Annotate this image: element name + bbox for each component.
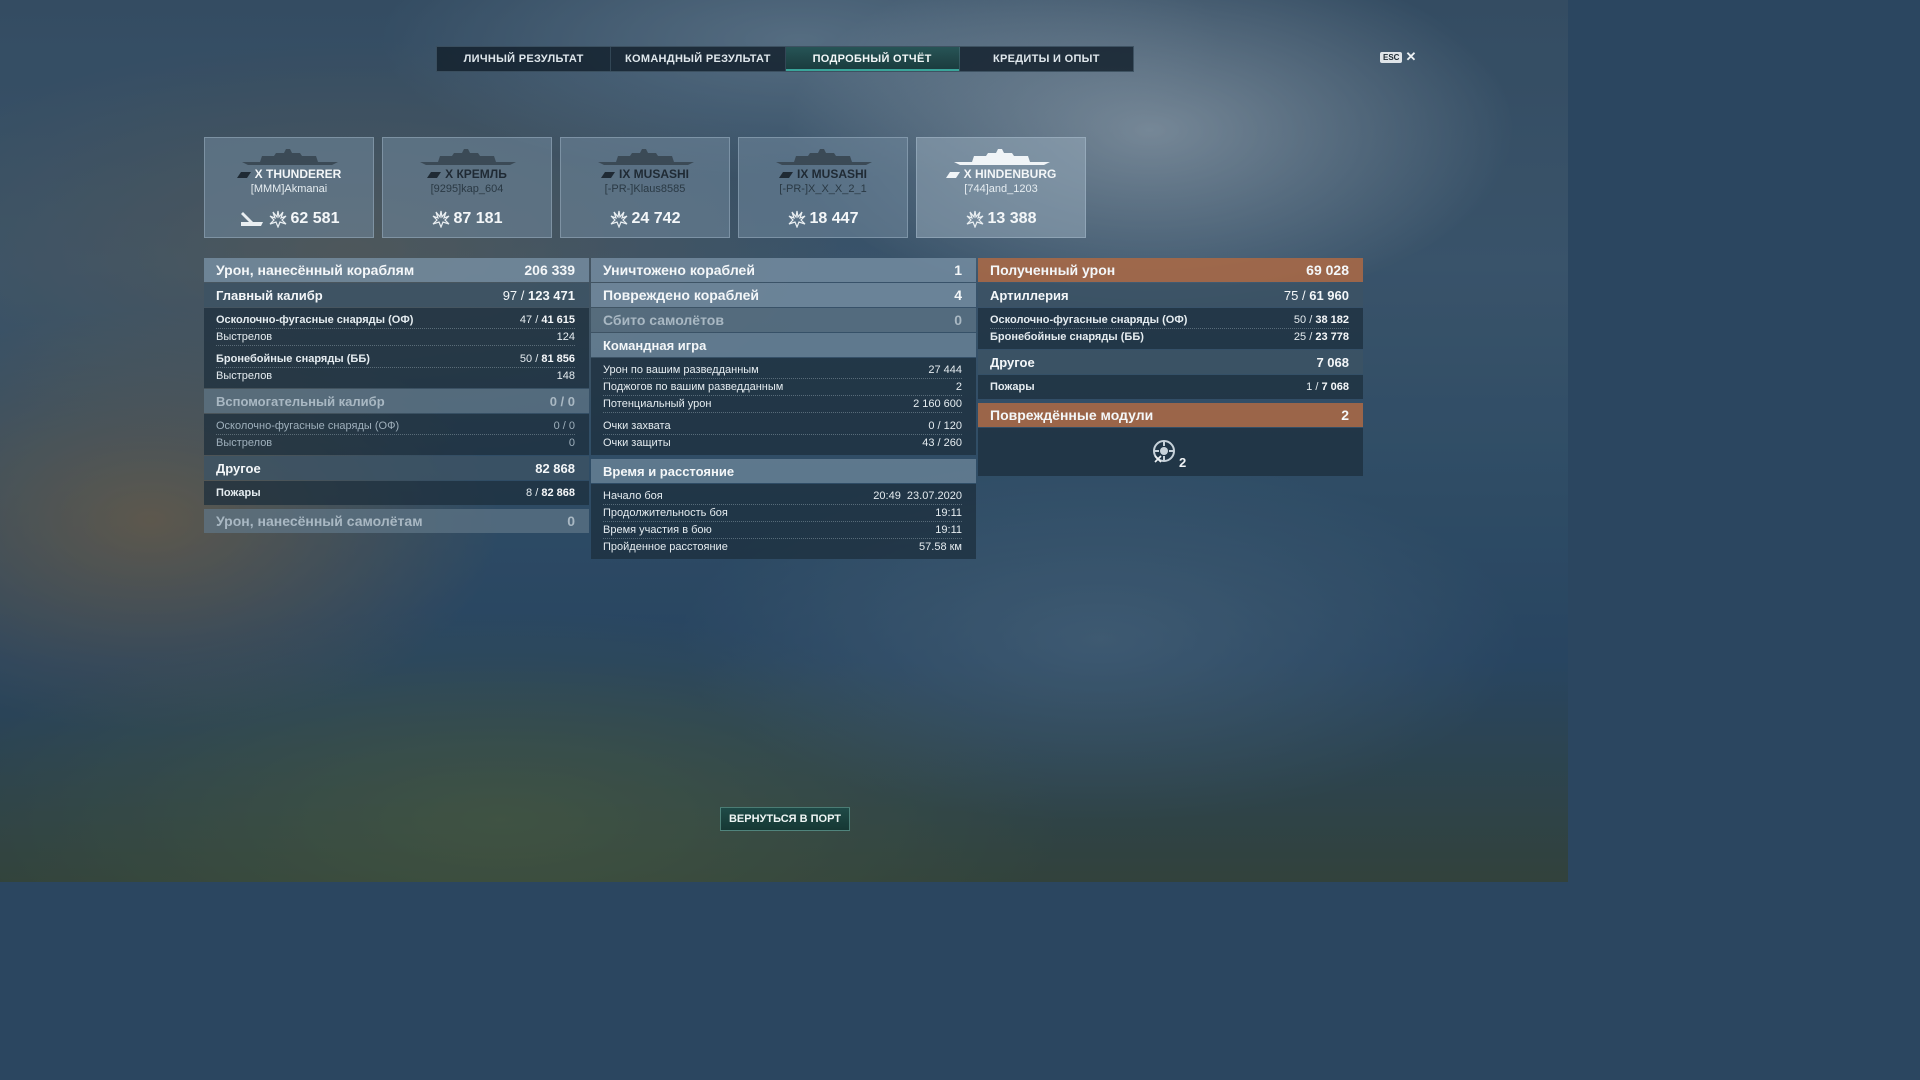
damage-value: 62 581 (290, 210, 340, 227)
secondary-details: Осколочно-фугасные снаряды (ОФ) 0 / 0 Выс… (204, 414, 589, 455)
damage-burst-icon (610, 210, 627, 228)
close-icon: ✕ (1405, 49, 1417, 64)
team-play-details: Урон по вашим разведданным 27 444 Поджого… (591, 358, 976, 455)
ap-row: Бронебойные снаряды (ББ) 50 / 81 856 (216, 351, 575, 368)
battle-start-row: Начало боя 20:49 23.07.2020 (603, 488, 962, 505)
received-other-header: Другое 7 068 (978, 350, 1363, 374)
damaged-modules-list: 2 (978, 428, 1363, 476)
ship-class-icon (778, 172, 793, 178)
damage-value: 13 388 (987, 210, 1037, 227)
received-he-row: Осколочно-фугасные снаряды (ОФ) 50 / 38 … (990, 312, 1349, 329)
ship-name: X КРЕМЛЬ (383, 167, 551, 181)
damage-received-panel: Полученный урон 69 028 Артиллерия 75 / 61… (978, 258, 1363, 476)
ship-name: X THUNDERER (205, 167, 373, 181)
ship-class-icon (600, 172, 615, 178)
ship-silhouette-icon (420, 149, 516, 165)
ship-class-icon (945, 172, 960, 178)
damage-burst-icon (966, 210, 983, 228)
secondary-shots-row: Выстрелов 0 (216, 437, 575, 449)
ship-card[interactable]: IX MUSASHI [-PR-]X_X_X_2_1 18 447 (738, 137, 908, 238)
plane-damage-header: Урон, нанесённый самолётам 0 (204, 509, 589, 533)
return-to-port-button[interactable]: ВЕРНУТЬСЯ В ПОРТ (720, 807, 850, 831)
potential-damage-row: Потенциальный урон 2 160 600 (603, 396, 962, 413)
ship-class-icon (427, 172, 442, 178)
damaged-header: Повреждено кораблей 4 (591, 283, 976, 307)
module-damage-icon[interactable] (1151, 438, 1177, 464)
tab-team-result[interactable]: КОМАНДНЫЙ РЕЗУЛЬТАТ (611, 47, 786, 71)
planes-shot-header: Сбито самолётов 0 (591, 308, 976, 332)
spotting-fires-row: Поджогов по вашим разведданным 2 (603, 379, 962, 396)
damage-dealt-panel: Урон, нанесённый кораблям 206 339 Главный… (204, 258, 589, 534)
participation-time-row: Время участия в бою 19:11 (603, 522, 962, 539)
ship-silhouette-icon (776, 149, 872, 165)
ship-silhouette-icon (598, 149, 694, 165)
combat-summary-panel: Уничтожено кораблей 1 Повреждено кораблей… (591, 258, 976, 560)
he-shots-row: Выстрелов 124 (216, 329, 575, 346)
tab-detailed-report[interactable]: ПОДРОБНЫЙ ОТЧЁТ (785, 47, 960, 71)
ship-card[interactable]: X HINDENBURG [744]and_1203 13 388 (916, 137, 1086, 238)
received-ap-row: Бронебойные снаряды (ББ) 25 / 23 778 (990, 331, 1349, 343)
tab-bar: ЛИЧНЫЙ РЕЗУЛЬТАТ КОМАНДНЫЙ РЕЗУЛЬТАТ ПОД… (436, 46, 1134, 72)
ship-damage-header: Урон, нанесённый кораблям 206 339 (204, 258, 589, 282)
damage-burst-icon (432, 210, 449, 228)
ship-name: X HINDENBURG (917, 167, 1085, 181)
spotting-damage-row: Урон по вашим разведданным 27 444 (603, 362, 962, 379)
tab-credits-xp[interactable]: КРЕДИТЫ И ОПЫТ (960, 47, 1133, 71)
player-name: [MMM]Akmanai (250, 183, 328, 195)
player-name: [-PR-]X_X_X_2_1 (779, 183, 867, 195)
esc-key-label: ESC (1380, 51, 1403, 63)
received-damage-header: Полученный урон 69 028 (978, 258, 1363, 282)
destroyed-header: Уничтожено кораблей 1 (591, 258, 976, 282)
he-row: Осколочно-фугасные снаряды (ОФ) 47 / 41 … (216, 312, 575, 329)
ship-name: IX MUSASHI (561, 167, 729, 181)
player-name: [744]and_1203 (964, 183, 1038, 195)
damage-value: 18 447 (809, 210, 859, 227)
main-battery-details: Осколочно-фугасные снаряды (ОФ) 47 / 41 … (204, 308, 589, 388)
close-button[interactable]: ESC ✕ (1380, 49, 1416, 65)
ship-silhouette-icon (242, 149, 338, 165)
damaged-modules-header: Повреждённые модули 2 (978, 403, 1363, 427)
defense-points-row: Очки защиты 43 / 260 (603, 437, 962, 449)
player-name: [9295]kap_604 (430, 183, 504, 195)
ribbon-icon (240, 212, 263, 226)
damage-value: 24 742 (631, 210, 681, 227)
received-fires-row: Пожары 1 / 7 068 (990, 381, 1349, 393)
artillery-header: Артиллерия 75 / 61 960 (978, 283, 1363, 307)
ap-shots-row: Выстрелов 148 (216, 370, 575, 382)
damage-value: 87 181 (453, 210, 503, 227)
ship-class-icon (236, 172, 251, 178)
tab-personal-result[interactable]: ЛИЧНЫЙ РЕЗУЛЬТАТ (437, 47, 612, 71)
player-name: [-PR-]Klaus8585 (604, 183, 686, 195)
ship-card[interactable]: X КРЕМЛЬ [9295]kap_604 87 181 (382, 137, 552, 238)
time-distance-details: Начало боя 20:49 23.07.2020 Продолжительн… (591, 484, 976, 559)
other-damage-header: Другое 82 868 (204, 456, 589, 480)
damage-burst-icon (788, 210, 805, 228)
ship-name: IX MUSASHI (739, 167, 907, 181)
artillery-details: Осколочно-фугасные снаряды (ОФ) 50 / 38 … (978, 308, 1363, 349)
capture-points-row: Очки захвата 0 / 120 (603, 418, 962, 435)
other-damage-details: Пожары 8 / 82 868 (204, 481, 589, 505)
module-count: 2 (1179, 455, 1187, 470)
time-distance-header: Время и расстояние (591, 459, 976, 483)
main-battery-header: Главный калибр 97 / 123 471 (204, 283, 589, 307)
fires-row: Пожары 8 / 82 868 (216, 487, 575, 499)
ship-card[interactable]: X THUNDERER [MMM]Akmanai 62 581 (204, 137, 374, 238)
received-other-details: Пожары 1 / 7 068 (978, 375, 1363, 399)
secondary-he-row: Осколочно-фугасные снаряды (ОФ) 0 / 0 (216, 418, 575, 435)
distance-row: Пройденное расстояние 57.58 км (603, 541, 962, 553)
team-play-header: Командная игра (591, 333, 976, 357)
battle-duration-row: Продолжительность боя 19:11 (603, 505, 962, 522)
ship-cards: X THUNDERER [MMM]Akmanai 62 581 X КРЕМЛЬ… (204, 137, 1086, 238)
secondary-header: Вспомогательный калибр 0 / 0 (204, 389, 589, 413)
damage-burst-icon (269, 210, 286, 228)
ship-silhouette-icon (954, 149, 1050, 165)
ship-card[interactable]: IX MUSASHI [-PR-]Klaus8585 24 742 (560, 137, 730, 238)
